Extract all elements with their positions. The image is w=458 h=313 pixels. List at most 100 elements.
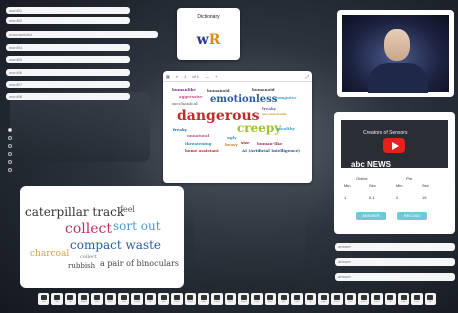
vocabulary-word: collect xyxy=(65,221,112,237)
youtube-player[interactable]: Creators of Sensors abc NEWS xyxy=(341,120,448,169)
tool-frame-button[interactable]: frame xyxy=(237,293,250,305)
tool-save-button[interactable]: save xyxy=(344,293,356,305)
tool-play-button[interactable]: play xyxy=(91,293,103,305)
tool-label: save xyxy=(348,301,353,303)
tool-chart-button[interactable]: chart xyxy=(224,293,236,305)
vocabulary-word: collect xyxy=(80,254,97,260)
cloud-word: heavy xyxy=(225,142,238,147)
tool-grid-button[interactable]: grid xyxy=(291,293,303,305)
tool-exit-button[interactable]: exit xyxy=(384,293,396,305)
vocabulary-cloud-panel[interactable]: caterpillar track feel collect sort out comp… xyxy=(20,186,184,288)
tool-video-button[interactable]: video xyxy=(211,293,223,305)
expand-icon[interactable]: ⤢ xyxy=(306,74,309,79)
tool-page-button[interactable]: page xyxy=(317,293,330,305)
robot-video-panel[interactable] xyxy=(337,10,454,97)
text-input-field[interactable]: word06 xyxy=(6,69,130,76)
dictionary-title: Dictionary xyxy=(197,14,220,20)
tool-map-button[interactable]: map xyxy=(251,293,263,305)
zoom-in-button[interactable]: + xyxy=(215,74,217,79)
pager-dot[interactable] xyxy=(8,152,12,156)
timer-value[interactable]: 0.1 xyxy=(369,195,375,200)
bottom-toolbar: text title note image play back next audio link q… xyxy=(38,292,436,306)
cloud-word: aggressive xyxy=(179,94,203,99)
search-icon[interactable]: ⌕ xyxy=(176,74,178,79)
answer-input-field[interactable]: answer xyxy=(335,243,455,251)
video-frame[interactable] xyxy=(342,15,449,93)
vocabulary-word: caterpillar track xyxy=(25,205,125,219)
zoom-icon xyxy=(373,295,380,300)
tool-info-button[interactable]: info xyxy=(424,293,436,305)
tool-label: play xyxy=(95,301,99,303)
tool-timer-button[interactable]: timer xyxy=(264,293,276,305)
tool-back-button[interactable]: back xyxy=(104,293,116,305)
answer-button[interactable]: ANSWER xyxy=(356,212,386,220)
timer-label-min: Min xyxy=(344,183,351,188)
timer-label-min: Min xyxy=(396,183,403,188)
page-total: of 1 xyxy=(192,73,199,79)
tool-note-button[interactable]: note xyxy=(64,293,76,305)
timer-label-sec: Sec xyxy=(422,183,429,188)
tool-draw-button[interactable]: draw xyxy=(171,293,183,305)
text-input-field[interactable]: unscrambled xyxy=(6,31,158,38)
next-icon xyxy=(120,295,127,300)
timer-value[interactable]: 2 xyxy=(396,195,398,200)
tool-label: map xyxy=(254,301,259,303)
pager-dot[interactable] xyxy=(8,128,12,132)
tool-audio-button[interactable]: audio xyxy=(131,293,143,305)
tool-print-button[interactable]: print xyxy=(357,293,370,305)
page-icon xyxy=(320,295,327,300)
text-input-field[interactable]: word07 xyxy=(6,81,130,88)
pager-dot[interactable] xyxy=(8,168,12,172)
link-icon xyxy=(147,295,154,300)
tool-link-button[interactable]: link xyxy=(144,293,156,305)
text-input-field[interactable]: word01 xyxy=(6,7,130,14)
grid-icon[interactable]: ▦ xyxy=(166,74,170,79)
tool-share-button[interactable]: share xyxy=(331,293,343,305)
tool-zoom-button[interactable]: zoom xyxy=(371,293,383,305)
note-icon xyxy=(67,295,74,300)
text-input-field[interactable]: word08 xyxy=(6,93,130,100)
tool-poll-button[interactable]: poll xyxy=(277,293,290,305)
tool-title-button[interactable]: title xyxy=(51,293,63,305)
wordcloud-panel[interactable]: ▦ ⌕ 1 of 1 — + ⤢ humanlike humanoid humano… xyxy=(163,71,312,183)
text-input-field[interactable]: word02 xyxy=(6,17,130,24)
tool-label: shape xyxy=(187,301,193,303)
answer-input-field[interactable]: answer xyxy=(335,273,455,281)
tool-text-button[interactable]: text xyxy=(38,293,50,305)
page-number[interactable]: 1 xyxy=(184,74,186,79)
video-icon xyxy=(213,295,220,300)
cloud-word: freaky xyxy=(173,127,188,132)
robot-shoulders xyxy=(368,63,428,93)
tool-quiz-button[interactable]: quiz xyxy=(157,293,170,305)
pager-dots[interactable] xyxy=(8,128,12,176)
tool-label: poll xyxy=(282,301,286,303)
tool-more-button[interactable]: more xyxy=(411,293,423,305)
timer-value[interactable]: 15 xyxy=(422,195,426,200)
tool-next-button[interactable]: next xyxy=(117,293,130,305)
reload-button[interactable]: RELOAD xyxy=(397,212,427,220)
tool-help-button[interactable]: help xyxy=(397,293,410,305)
text-input-field[interactable]: word05 xyxy=(6,56,130,63)
answer-input-field[interactable]: answer xyxy=(335,258,455,266)
vocabulary-word: rubbish xyxy=(68,262,96,270)
poll-icon xyxy=(280,295,287,300)
help-icon xyxy=(400,295,407,300)
tool-table-button[interactable]: table xyxy=(197,293,210,305)
logo-letter-w: w xyxy=(196,32,209,48)
chart-icon xyxy=(227,295,234,300)
tool-list-button[interactable]: list xyxy=(304,293,316,305)
timer-value[interactable]: 1 xyxy=(344,195,346,200)
list-icon xyxy=(307,295,314,300)
logo-letter-r: R xyxy=(208,32,221,48)
news-video-panel[interactable]: Creators of Sensors abc NEWS Online Pre … xyxy=(334,112,455,234)
table-icon xyxy=(200,295,207,300)
dictionary-widget[interactable]: Dictionary wR xyxy=(177,8,240,60)
pager-dot[interactable] xyxy=(8,160,12,164)
tool-shape-button[interactable]: shape xyxy=(184,293,196,305)
text-input-field[interactable]: word04 xyxy=(6,44,130,51)
pager-dot[interactable] xyxy=(8,136,12,140)
zoom-out-button[interactable]: — xyxy=(205,74,209,79)
pager-dot[interactable] xyxy=(8,144,12,148)
tool-image-button[interactable]: image xyxy=(77,293,90,305)
grid-icon xyxy=(293,295,300,300)
